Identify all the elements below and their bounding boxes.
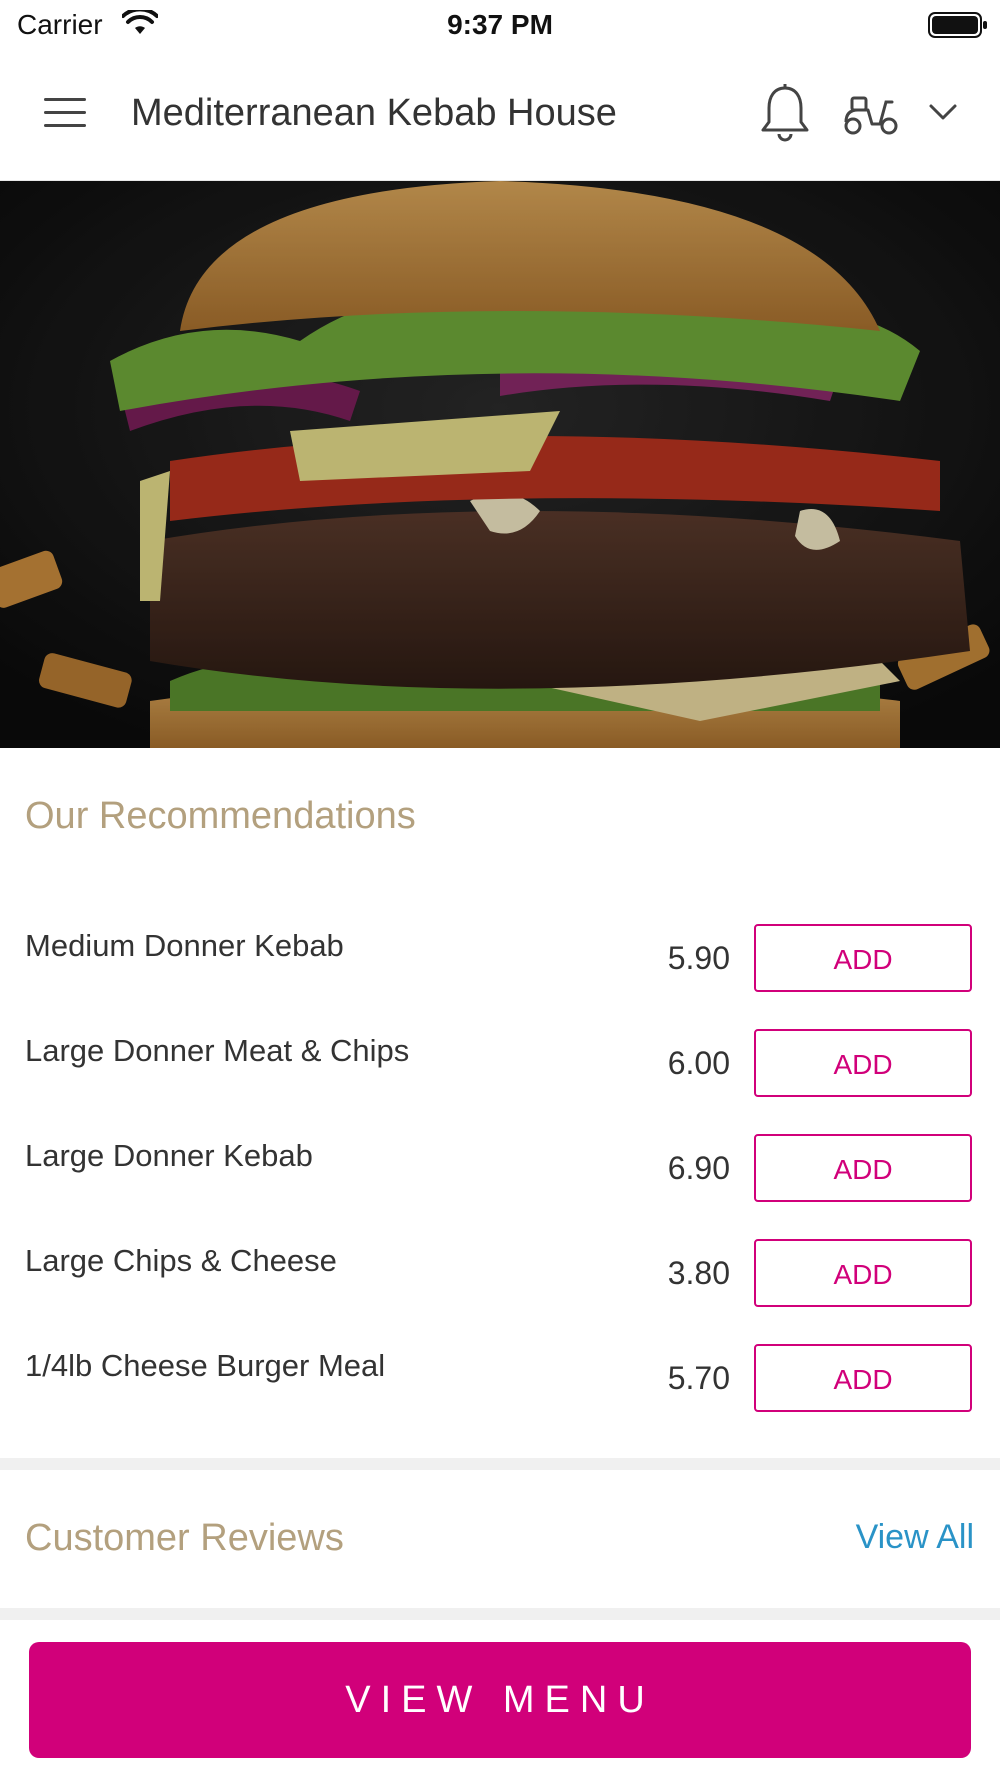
delivery-scooter-icon[interactable] xyxy=(842,92,900,136)
item-price: 6.00 xyxy=(667,1045,730,1081)
app-header: Mediterranean Kebab House xyxy=(0,48,1000,181)
list-item: Large Chips & Cheese 3.80 ADD xyxy=(0,1239,1000,1311)
reviews-title: Customer Reviews xyxy=(25,1517,344,1559)
list-item: Large Donner Kebab 6.90 ADD xyxy=(0,1134,1000,1206)
item-name: Large Donner Meat & Chips xyxy=(25,1033,410,1068)
add-button[interactable]: ADD xyxy=(754,1344,972,1412)
section-divider xyxy=(0,1458,1000,1470)
add-button[interactable]: ADD xyxy=(754,1134,972,1202)
view-menu-button[interactable]: VIEW MENU xyxy=(29,1642,971,1758)
item-name: 1/4lb Cheese Burger Meal xyxy=(25,1348,386,1383)
item-name: Medium Donner Kebab xyxy=(25,928,344,963)
item-price: 3.80 xyxy=(667,1255,730,1291)
item-price: 5.90 xyxy=(667,940,730,976)
view-all-link[interactable]: View All xyxy=(856,1518,974,1557)
recommendations-title: Our Recommendations xyxy=(25,795,416,837)
restaurant-title: Mediterranean Kebab House xyxy=(131,92,617,134)
item-name: Large Chips & Cheese xyxy=(25,1243,337,1278)
battery-icon xyxy=(928,12,987,38)
list-item: Medium Donner Kebab 5.90 ADD xyxy=(0,924,1000,996)
list-item: 1/4lb Cheese Burger Meal 5.70 ADD xyxy=(0,1344,1000,1416)
hero-banner xyxy=(0,181,1000,748)
bell-icon[interactable] xyxy=(760,84,810,142)
status-time: 9:37 PM xyxy=(447,9,553,40)
item-price: 6.90 xyxy=(667,1150,730,1186)
section-divider xyxy=(0,1608,1000,1620)
status-bar: Carrier 9:37 PM xyxy=(0,0,1000,48)
menu-icon[interactable] xyxy=(44,98,86,130)
list-item: Large Donner Meat & Chips 6.00 ADD xyxy=(0,1029,1000,1101)
item-price: 5.70 xyxy=(667,1360,730,1396)
add-button[interactable]: ADD xyxy=(754,1239,972,1307)
burger-photo xyxy=(0,181,1000,748)
add-button[interactable]: ADD xyxy=(754,924,972,992)
add-button[interactable]: ADD xyxy=(754,1029,972,1097)
item-name: Large Donner Kebab xyxy=(25,1138,313,1173)
chevron-down-icon[interactable] xyxy=(928,102,958,122)
